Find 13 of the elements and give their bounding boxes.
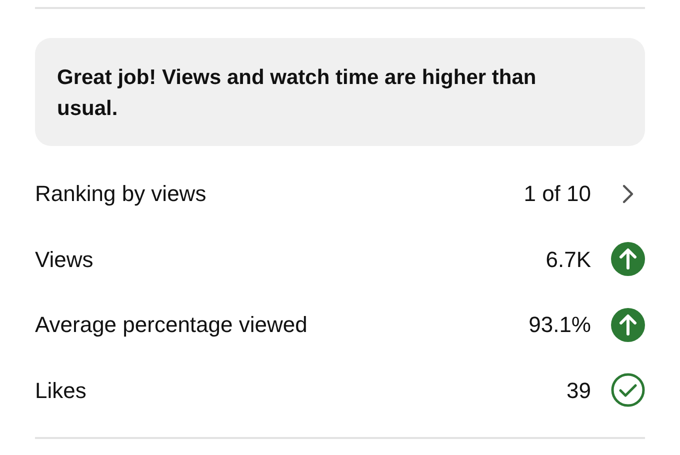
check-circle-icon [611,373,645,408]
metric-label: Average percentage viewed [35,311,308,340]
chevron-right-icon [621,182,635,205]
metric-value: 39 [566,376,591,405]
metric-label: Likes [35,376,88,405]
metric-label: Views [35,246,94,274]
metric-value: 93.1% [528,311,591,340]
metric-value: 6.7K [546,246,591,274]
metric-label: Ranking by views [35,180,208,208]
up-arrow-circle-icon [611,242,645,276]
metric-value: 1 of 10 [524,180,591,208]
message-text: Great job! Views and watch time are higher than usual. [57,65,538,122]
up-arrow-circle-icon [611,308,645,342]
